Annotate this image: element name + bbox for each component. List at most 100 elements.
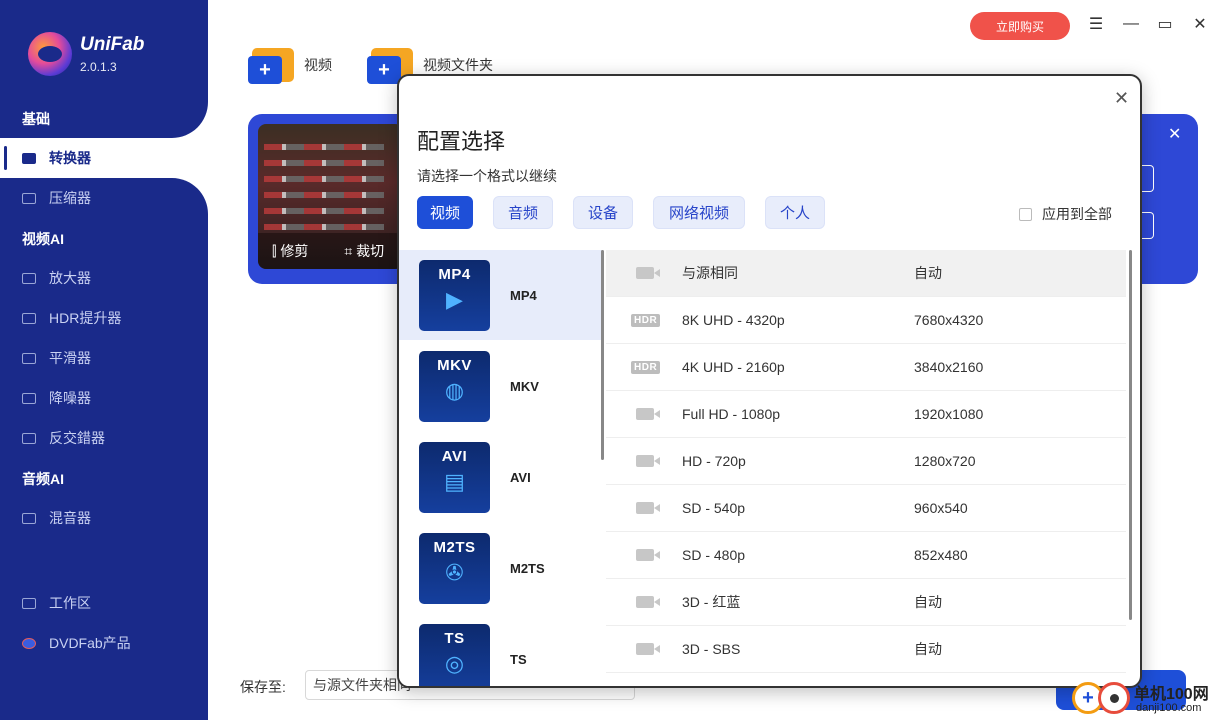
mkv-format-icon: MKV ◍ bbox=[419, 350, 490, 422]
hdr-icon bbox=[22, 312, 36, 324]
format-list: MP4 ▶ MP4 MKV ◍ MKV AVI ▤ AVI M2TS ✇ M2T… bbox=[399, 250, 603, 686]
add-video-button[interactable]: + 视频 bbox=[248, 48, 332, 84]
sidebar-item-dvdfab[interactable]: DVDFab产品 bbox=[0, 623, 208, 663]
watermark-url: danji100.com bbox=[1136, 702, 1202, 714]
format-name: MP4 bbox=[510, 287, 537, 303]
format-item-mkv[interactable]: MKV ◍ MKV bbox=[399, 341, 603, 431]
video-thumbnail[interactable]: ⫿ 修剪 ⌗ 裁切 bbox=[258, 124, 403, 269]
close-window-icon[interactable]: ✕ bbox=[1190, 14, 1210, 34]
sidebar-item-smoother[interactable]: 平滑器 bbox=[0, 338, 208, 378]
tile-label: M2TS bbox=[433, 538, 476, 556]
tab-audio[interactable]: 音频 bbox=[493, 196, 553, 229]
resolution-row[interactable]: 3D - SBS 自动 bbox=[606, 626, 1126, 673]
sidebar-item-deinterlacer[interactable]: 反交錯器 bbox=[0, 418, 208, 458]
sidebar-item-label: 工作区 bbox=[49, 595, 91, 611]
resolution-label: Full HD - 1080p bbox=[682, 406, 781, 422]
apply-all-checkbox[interactable]: 应用到全部 bbox=[1019, 204, 1112, 224]
section-basic: 基础 bbox=[22, 111, 50, 127]
resolution-row[interactable]: HD - 720p 1280x720 bbox=[606, 438, 1126, 485]
resolution-value: 1920x1080 bbox=[914, 406, 984, 422]
sidebar-item-compressor[interactable]: 压缩器 bbox=[0, 178, 208, 218]
resolution-row[interactable]: 3D - 红蓝 自动 bbox=[606, 579, 1126, 626]
resolution-label: 与源相同 bbox=[682, 265, 738, 281]
resolution-row[interactable]: SD - 540p 960x540 bbox=[606, 485, 1126, 532]
menu-icon[interactable]: ☰ bbox=[1086, 14, 1106, 34]
resolution-label: SD - 480p bbox=[682, 547, 746, 563]
format-item-avi[interactable]: AVI ▤ AVI bbox=[399, 432, 603, 522]
format-item-m2ts[interactable]: M2TS ✇ M2TS bbox=[399, 523, 603, 613]
sidebar-item-hdr[interactable]: HDR提升器 bbox=[0, 298, 208, 338]
tile-label: TS bbox=[444, 629, 465, 647]
camera-icon bbox=[636, 643, 660, 655]
sidebar-item-converter[interactable]: 转换器 bbox=[0, 138, 208, 178]
sidebar-item-label: 放大器 bbox=[49, 270, 91, 286]
sidebar: UniFab 2.0.1.3 基础 转换器 压缩器 视频AI 放大器 HDR提升… bbox=[0, 0, 208, 720]
play-icon: ▶ bbox=[446, 286, 463, 312]
maximize-icon[interactable]: ▭ bbox=[1155, 14, 1175, 34]
resolution-label: SD - 540p bbox=[682, 500, 746, 516]
camera-icon bbox=[636, 549, 660, 561]
tab-web-video[interactable]: 网络视频 bbox=[653, 196, 745, 229]
buy-now-button[interactable]: 立即购买 bbox=[970, 12, 1070, 40]
hdr-badge-icon: HDR bbox=[631, 313, 661, 327]
resolution-value: 852x480 bbox=[914, 547, 968, 563]
camera-icon bbox=[636, 502, 660, 514]
crop-label: 裁切 bbox=[356, 243, 385, 259]
tab-device[interactable]: 设备 bbox=[573, 196, 633, 229]
resolution-value: 自动 bbox=[914, 594, 942, 610]
resolution-value: 7680x4320 bbox=[914, 312, 984, 328]
m2ts-format-icon: M2TS ✇ bbox=[419, 532, 490, 604]
sidebar-item-workspace[interactable]: 工作区 bbox=[0, 583, 208, 623]
minimize-icon[interactable]: — bbox=[1121, 14, 1141, 34]
camera-icon bbox=[636, 455, 660, 467]
workspace-icon bbox=[22, 597, 36, 609]
task-option-button[interactable] bbox=[1140, 165, 1154, 192]
task-option-button[interactable] bbox=[1140, 212, 1154, 239]
format-name: AVI bbox=[510, 469, 531, 485]
camera-icon bbox=[636, 408, 660, 420]
resolution-row[interactable]: SD - 480p 852x480 bbox=[606, 532, 1126, 579]
tab-video[interactable]: 视频 bbox=[417, 196, 473, 229]
sidebar-item-label: 转换器 bbox=[49, 150, 91, 166]
apply-all-label: 应用到全部 bbox=[1042, 206, 1112, 222]
add-folder-label: 视频文件夹 bbox=[423, 57, 493, 73]
resolution-row[interactable]: 与源相同 自动 bbox=[606, 250, 1126, 297]
resolution-value: 960x540 bbox=[914, 500, 968, 516]
close-dialog-icon[interactable]: ✕ bbox=[1114, 88, 1129, 109]
camera-icon bbox=[636, 596, 660, 608]
watermark-site: 单机100网 bbox=[1134, 686, 1209, 703]
sidebar-item-denoiser[interactable]: 降噪器 bbox=[0, 378, 208, 418]
trim-label: 修剪 bbox=[280, 243, 309, 259]
film-icon: ▤ bbox=[444, 468, 465, 494]
resolution-scrollbar[interactable] bbox=[1129, 250, 1132, 620]
resolution-row[interactable]: HDR 4K UHD - 2160p 3840x2160 bbox=[606, 344, 1126, 391]
format-name: TS bbox=[510, 651, 527, 667]
sidebar-item-label: 混音器 bbox=[49, 510, 91, 526]
resolution-label: HD - 720p bbox=[682, 453, 746, 469]
resolution-value: 自动 bbox=[914, 265, 942, 281]
avi-format-icon: AVI ▤ bbox=[419, 441, 490, 513]
dvdfab-icon bbox=[22, 637, 36, 649]
hdr-badge-icon: HDR bbox=[631, 360, 661, 374]
crop-button[interactable]: ⌗ 裁切 bbox=[344, 241, 384, 261]
sidebar-item-upscaler[interactable]: 放大器 bbox=[0, 258, 208, 298]
resolution-row[interactable]: HDR 8K UHD - 4320p 7680x4320 bbox=[606, 297, 1126, 344]
mixer-icon bbox=[22, 512, 36, 524]
sidebar-item-label: 降噪器 bbox=[49, 390, 91, 406]
resolution-value: 自动 bbox=[914, 641, 942, 657]
camera-icon bbox=[636, 267, 660, 279]
app-version: 2.0.1.3 bbox=[80, 60, 117, 74]
format-item-ts[interactable]: TS ◎ TS bbox=[399, 614, 603, 686]
format-list-scrollbar[interactable] bbox=[601, 250, 604, 460]
deinterlace-icon bbox=[22, 432, 36, 444]
remove-task-icon[interactable]: ✕ bbox=[1168, 124, 1181, 144]
tab-personal[interactable]: 个人 bbox=[765, 196, 825, 229]
tile-label: AVI bbox=[441, 447, 468, 465]
resolution-row[interactable]: Full HD - 1080p 1920x1080 bbox=[606, 391, 1126, 438]
trim-button[interactable]: ⫿ 修剪 bbox=[272, 241, 308, 261]
save-to-label: 保存至: bbox=[240, 679, 286, 695]
compress-icon bbox=[22, 192, 36, 204]
dot-circle-icon bbox=[1098, 682, 1130, 714]
sidebar-item-mixer[interactable]: 混音器 bbox=[0, 498, 208, 538]
format-item-mp4[interactable]: MP4 ▶ MP4 bbox=[399, 250, 603, 340]
